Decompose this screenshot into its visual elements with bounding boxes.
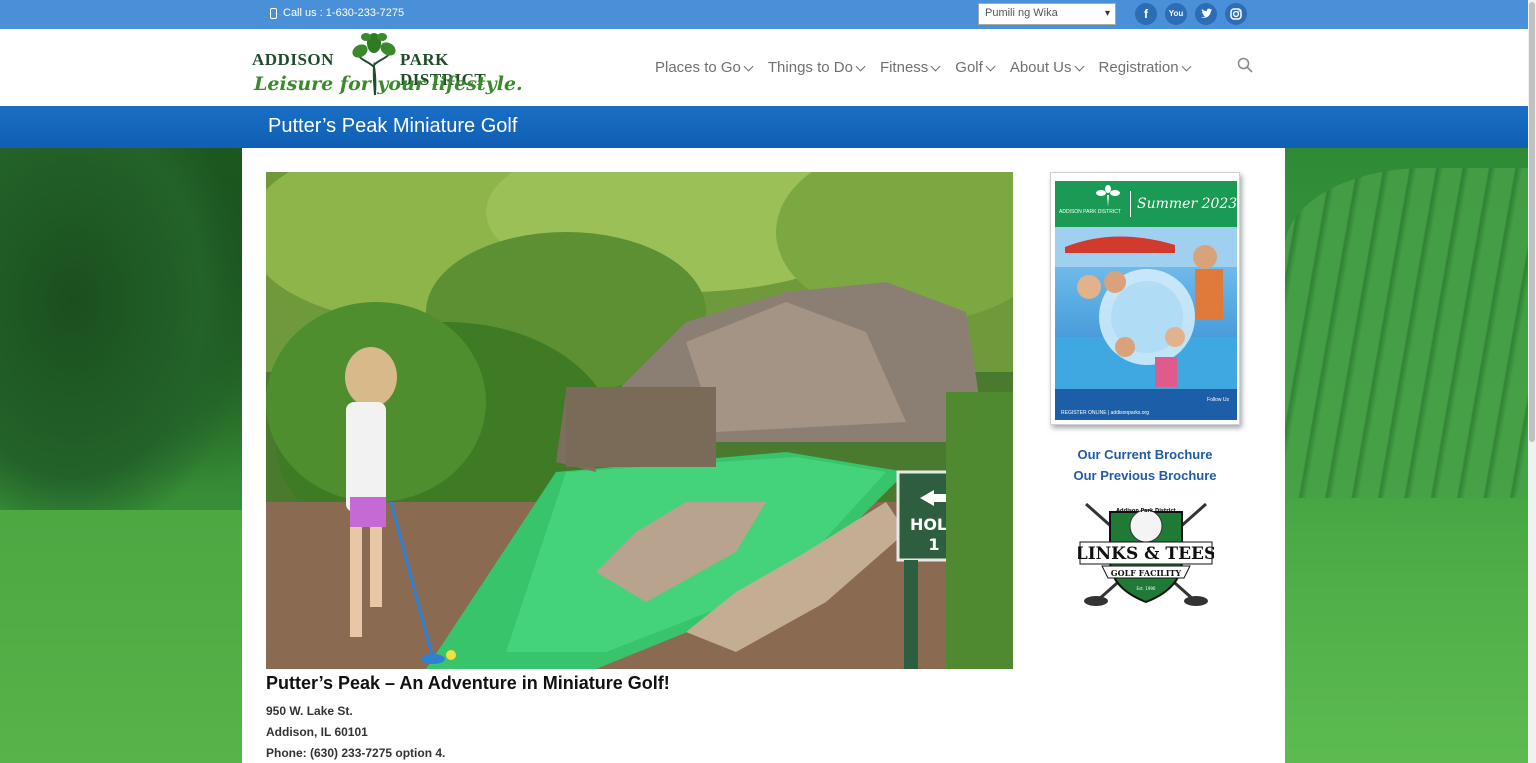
golf-logo-sub: GOLF FACILITY [1111,568,1182,578]
brochure-header: ADDISON PARK DISTRICT Summer 2023 [1055,181,1237,227]
language-select[interactable]: Pumili ng Wika ▾ [978,3,1116,25]
facebook-icon[interactable]: f [1135,3,1157,25]
page-title: Putter’s Peak Miniature Golf [268,115,518,137]
nav-item-registration[interactable]: Registration [1098,59,1192,76]
brochure-photo [1055,227,1237,389]
golf-logo-top: Addison Park District [1116,508,1176,514]
links-and-tees-logo[interactable]: Addison Park District LINKS & TEES GOLF … [1078,498,1214,608]
call-us[interactable]: Call us : 1-630-233-7275 [270,7,404,19]
site-logo[interactable]: ADDISON PARK DISTRICT Leisure for your l… [252,31,527,105]
brochure-org: ADDISON PARK DISTRICT [1059,209,1121,215]
nav-label: Golf [955,59,983,76]
current-brochure-link[interactable]: Our Current Brochure [1050,447,1240,462]
logo-word-addison: ADDISON [252,50,334,69]
hero-image: HOLE 1 [266,172,1013,669]
chevron-down-icon [985,61,996,71]
background-grass [0,510,242,763]
language-select-value: Pumili ng Wika [985,7,1058,19]
nav-item-things-to-do[interactable]: Things to Do [767,59,866,76]
brochure-season: Summer 2023 [1137,196,1238,212]
brochure-register: REGISTER ONLINE | addisonparks.org [1061,410,1149,416]
background-trees [0,148,242,528]
nav-item-about-us[interactable]: About Us [1009,59,1084,76]
youtube-icon[interactable]: You [1165,3,1187,25]
address-line-2: Addison, IL 60101 [266,725,368,739]
brochure-footer: Follow Us REGISTER ONLINE | addisonparks… [1055,389,1237,420]
nav-item-fitness[interactable]: Fitness [879,59,941,76]
chevron-down-icon: ▾ [1104,8,1110,19]
logo-tagline: Leisure for your lifestyle. [254,73,523,95]
nav-label: Registration [1098,59,1179,76]
chevron-down-icon [930,61,941,71]
tree-icon [1096,185,1120,207]
background-dome [1285,148,1536,763]
nav-label: Places to Go [655,59,741,76]
site-header: ADDISON PARK DISTRICT Leisure for your l… [0,29,1528,106]
nav-label: Things to Do [767,59,853,76]
main-nav: Places to Go Things to Do Fitness Golf A… [655,59,1206,76]
phone-line: Phone: (630) 233-7275 option 4. [266,746,446,760]
address-line-1: 950 W. Lake St. [266,704,353,718]
nav-item-places-to-go[interactable]: Places to Go [655,59,754,76]
golf-logo-main: LINKS & TEES [1078,544,1214,564]
phone-icon [270,7,277,19]
nav-item-golf[interactable]: Golf [955,59,996,76]
brochure-follow: Follow Us [1207,397,1229,403]
top-bar: Call us : 1-630-233-7275 Pumili ng Wika … [0,0,1528,29]
nav-label: Fitness [879,59,929,76]
chevron-down-icon [1074,61,1084,71]
content-panel: HOLE 1 Putter’s Peak – An Adventure in M… [242,148,1285,763]
hole-sign-number: 1 [928,535,939,554]
golf-logo-est: Est. 1990 [1137,586,1156,591]
previous-brochure-link[interactable]: Our Previous Brochure [1050,468,1240,483]
call-us-text: Call us : 1-630-233-7275 [283,7,405,19]
scrollbar-thumb[interactable] [1529,2,1535,442]
article-heading: Putter’s Peak – An Adventure in Miniatur… [266,673,670,693]
chevron-down-icon [1181,61,1192,71]
scrollbar[interactable] [1528,0,1536,763]
brochure-cover[interactable]: ADDISON PARK DISTRICT Summer 2023 Follow… [1050,172,1240,425]
chevron-down-icon [855,61,866,71]
search-icon[interactable] [1237,57,1253,73]
twitter-icon[interactable] [1195,3,1217,25]
chevron-down-icon [743,61,754,71]
instagram-icon[interactable] [1225,3,1247,25]
page-title-band: Putter’s Peak Miniature Golf [0,106,1528,148]
nav-label: About Us [1009,59,1072,76]
